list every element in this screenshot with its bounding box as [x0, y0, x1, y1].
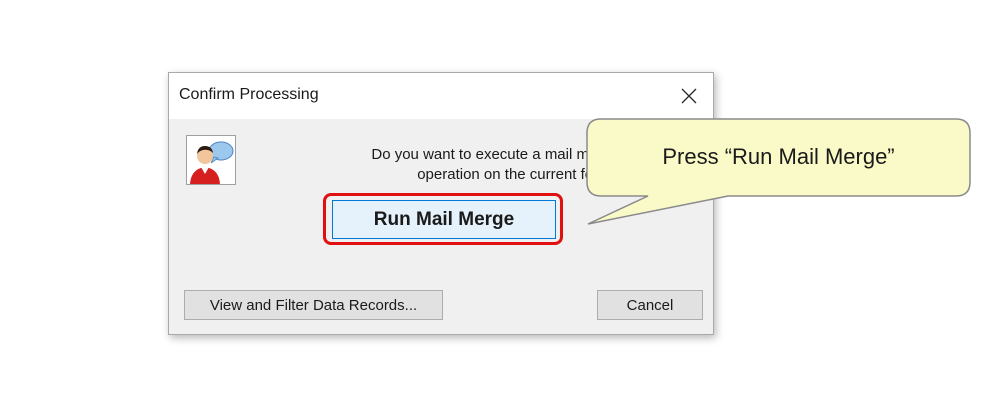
close-icon: [681, 88, 697, 104]
callout-text: Press “Run Mail Merge”: [662, 144, 895, 169]
cancel-button[interactable]: Cancel: [597, 290, 703, 320]
confirmation-message: Do you want to execute a mail merge oper…: [279, 145, 619, 185]
close-button[interactable]: [667, 77, 711, 115]
prompt-line-1: Do you want to execute a mail merge: [371, 146, 619, 163]
callout-bubble-shape: [586, 118, 971, 225]
screenshot-stage: Confirm Processing Do you want to execut…: [0, 0, 1001, 408]
view-and-filter-records-button[interactable]: View and Filter Data Records...: [184, 290, 443, 320]
dialog-title: Confirm Processing: [179, 86, 319, 103]
title-bar: Confirm Processing: [169, 73, 713, 119]
run-mail-merge-button[interactable]: Run Mail Merge: [332, 200, 556, 239]
prompt-line-2: operation on the current form?: [417, 166, 619, 183]
instruction-callout: Press “Run Mail Merge”: [586, 118, 971, 226]
user-chat-icon: [186, 135, 236, 185]
